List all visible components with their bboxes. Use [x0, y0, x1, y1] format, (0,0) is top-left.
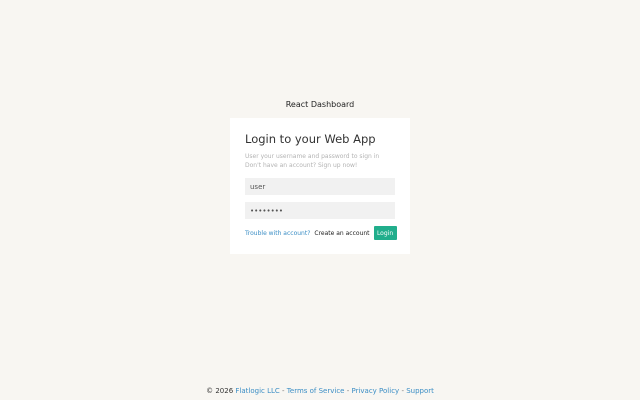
login-subtitle-line-2: Don't have an account? Sign up now!	[245, 162, 358, 169]
login-subtitle-line-1: User your username and password to sign …	[245, 153, 380, 160]
password-input[interactable]	[245, 202, 395, 219]
footer: © 2026 Flatlogic LLC - Terms of Service …	[0, 387, 640, 395]
login-card: Login to your Web App User your username…	[230, 118, 410, 254]
create-account-button[interactable]: Create an account	[310, 226, 373, 240]
app-brand-title: React Dashboard	[285, 100, 355, 109]
footer-support-link[interactable]: Support	[406, 387, 434, 395]
trouble-with-account-link[interactable]: Trouble with account?	[245, 230, 310, 237]
footer-separator: -	[346, 387, 350, 395]
footer-separator: -	[401, 387, 404, 395]
footer-company-link[interactable]: Flatlogic LLC	[235, 387, 279, 395]
footer-privacy-link[interactable]: Privacy Policy	[351, 387, 399, 395]
username-input[interactable]	[245, 178, 395, 195]
footer-terms-link[interactable]: Terms of Service	[287, 387, 345, 395]
login-title: Login to your Web App	[245, 132, 376, 146]
footer-copyright: © 2026	[206, 387, 234, 395]
footer-separator: -	[282, 387, 285, 395]
login-actions: Trouble with account? Create an account …	[245, 226, 397, 240]
login-button[interactable]: Login	[373, 226, 397, 240]
login-subtitle: User your username and password to sign …	[245, 152, 395, 170]
login-button-group: Create an account Login	[310, 226, 397, 240]
